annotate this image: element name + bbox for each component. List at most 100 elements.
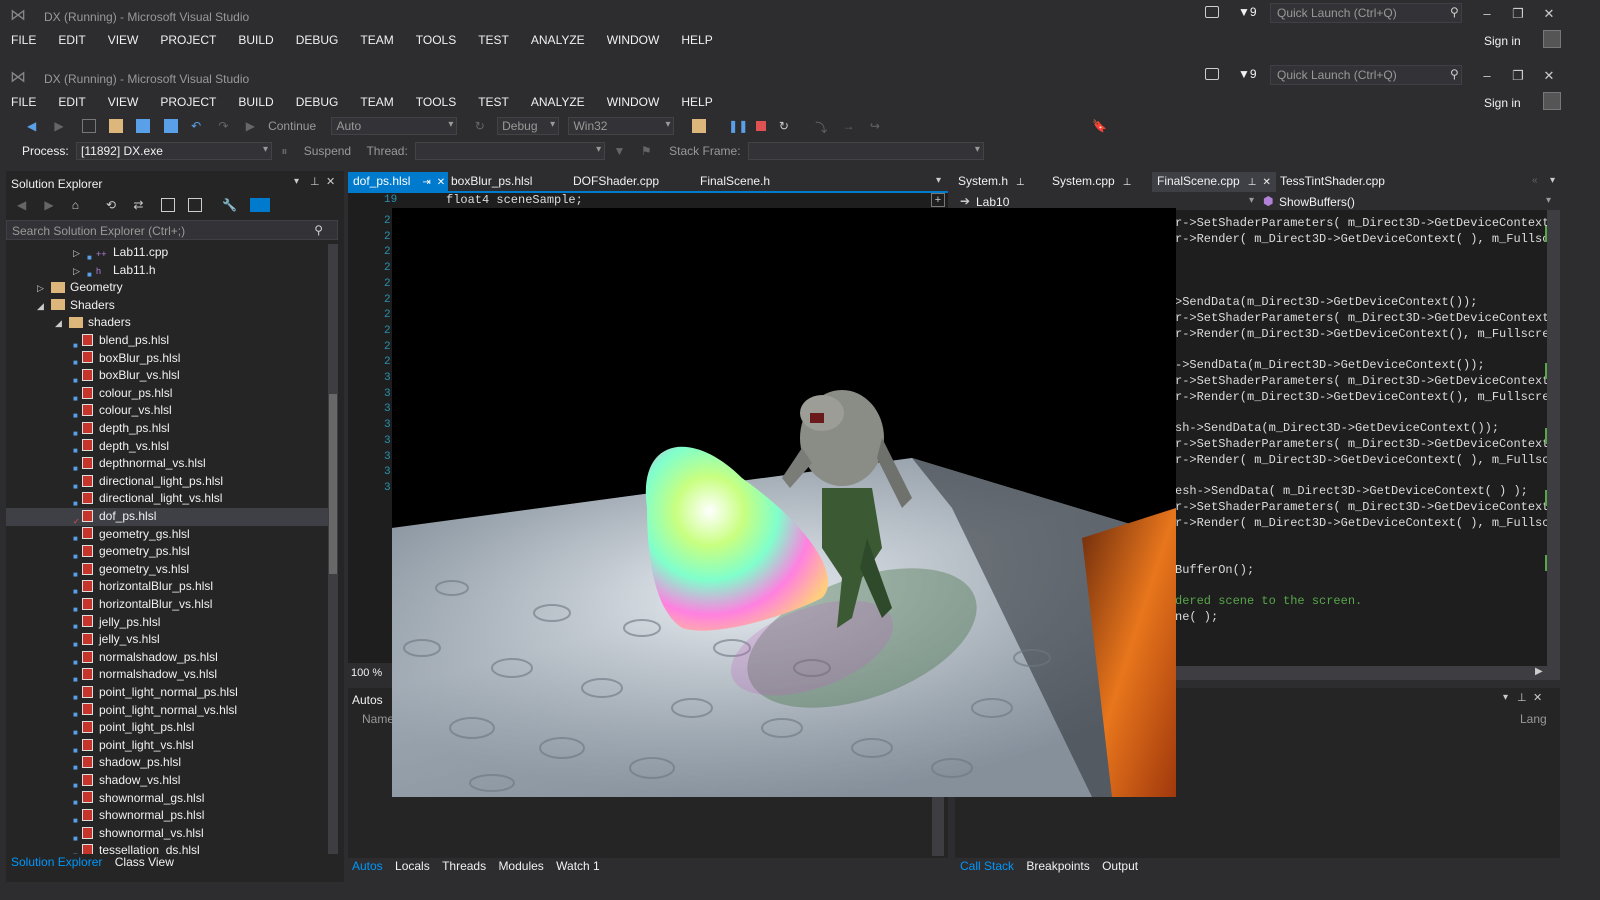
tab-breakpoints[interactable]: Breakpoints bbox=[1026, 858, 1089, 874]
tree-item[interactable]: ◢ shaders bbox=[6, 314, 328, 332]
feedback-icon[interactable] bbox=[1205, 6, 1219, 18]
tree-item[interactable]: ■ depth_ps.hlsl bbox=[6, 420, 328, 438]
preview-icon[interactable] bbox=[249, 197, 270, 212]
back-icon[interactable]: ◀ bbox=[27, 119, 41, 133]
solution-config-select[interactable]: Auto bbox=[331, 117, 458, 135]
close-icon[interactable]: ✕ bbox=[1538, 6, 1560, 22]
home-icon[interactable]: ⌂ bbox=[72, 198, 86, 212]
menu-team[interactable]: TEAM bbox=[360, 29, 393, 51]
nav-member-dropdown-icon[interactable]: ▾ bbox=[1546, 195, 1551, 206]
step-out-icon[interactable]: ↪ bbox=[870, 119, 884, 133]
close-panel-icon[interactable]: ✕ bbox=[1533, 691, 1542, 704]
sign-in-link[interactable]: Sign in bbox=[1484, 96, 1521, 110]
tree-item[interactable]: ■ jelly_vs.hlsl bbox=[6, 631, 328, 649]
tree-item[interactable]: ✓ dof_ps.hlsl bbox=[6, 508, 328, 526]
pause-icon[interactable]: ❚❚ bbox=[728, 119, 748, 133]
platform-select[interactable]: Win32 bbox=[568, 117, 675, 135]
redo-icon[interactable]: ↷ bbox=[218, 119, 232, 133]
tab-scroll-icon[interactable]: « bbox=[1532, 175, 1538, 186]
feedback-icon[interactable] bbox=[1205, 68, 1219, 80]
menu-team[interactable]: TEAM bbox=[360, 91, 393, 113]
tab-solution-explorer[interactable]: Solution Explorer bbox=[11, 855, 102, 869]
continue-button[interactable]: Continue bbox=[268, 119, 328, 133]
tree-item[interactable]: ◢ Shaders bbox=[6, 297, 328, 315]
tab-threads[interactable]: Threads bbox=[442, 858, 486, 874]
continue-icon[interactable]: ▶ bbox=[246, 119, 260, 133]
autos-name-column[interactable]: Name bbox=[362, 712, 394, 726]
tab-dofshader-cpp[interactable]: DOFShader.cpp bbox=[568, 172, 664, 192]
menu-file[interactable]: FILE bbox=[11, 91, 36, 113]
scroll-right-icon[interactable]: ▶ bbox=[1535, 666, 1543, 677]
tab-locals[interactable]: Locals bbox=[395, 858, 430, 874]
tree-item[interactable]: ■ point_light_normal_vs.hlsl bbox=[6, 702, 328, 720]
tab-watch-1[interactable]: Watch 1 bbox=[556, 858, 600, 874]
restart-icon[interactable]: ↻ bbox=[779, 119, 793, 133]
notifications-badge[interactable]: ▼9 bbox=[1238, 67, 1257, 81]
dx-render-viewport[interactable] bbox=[392, 208, 1176, 797]
properties-icon[interactable]: 🔧 bbox=[222, 198, 237, 212]
tree-item[interactable]: ■ depthnormal_vs.hlsl bbox=[6, 455, 328, 473]
tree-item[interactable]: ■ horizontalBlur_vs.hlsl bbox=[6, 596, 328, 614]
tab-modules[interactable]: Modules bbox=[498, 858, 543, 874]
account-icon[interactable] bbox=[1543, 92, 1561, 110]
close-icon[interactable]: ✕ bbox=[1538, 68, 1560, 84]
tab-autos[interactable]: Autos bbox=[352, 858, 383, 874]
pin-icon[interactable]: ⇥ bbox=[422, 177, 430, 188]
configuration-select[interactable]: Debug bbox=[497, 117, 560, 135]
tree-item[interactable]: ▷ Geometry bbox=[6, 279, 328, 297]
tree-item[interactable]: ■ directional_light_ps.hlsl bbox=[6, 473, 328, 491]
step-into-icon[interactable]: ⤵ bbox=[815, 119, 829, 135]
restore-icon[interactable]: ❐ bbox=[1507, 6, 1529, 22]
menu-analyze[interactable]: ANALYZE bbox=[531, 29, 585, 51]
menu-debug[interactable]: DEBUG bbox=[296, 29, 339, 51]
tree-item[interactable]: ■ geometry_gs.hlsl bbox=[6, 526, 328, 544]
menu-test[interactable]: TEST bbox=[478, 91, 509, 113]
refresh-icon[interactable]: ⇄ bbox=[133, 198, 147, 212]
tree-item[interactable]: ■ horizontalBlur_ps.hlsl bbox=[6, 578, 328, 596]
panel-menu-icon[interactable]: ▾ bbox=[1503, 692, 1508, 703]
menu-tools[interactable]: TOOLS bbox=[416, 91, 456, 113]
close-panel-icon[interactable]: ✕ bbox=[326, 175, 335, 188]
pin-icon[interactable]: ⊥ bbox=[1248, 177, 1257, 188]
tree-item[interactable]: ■ shownormal_vs.hlsl bbox=[6, 825, 328, 843]
tab-boxblur-ps-hlsl[interactable]: boxBlur_ps.hlsl bbox=[446, 172, 537, 192]
solution-search-input[interactable]: Search Solution Explorer (Ctrl+;) ⚲ bbox=[6, 220, 338, 240]
stack-frame-select[interactable] bbox=[747, 142, 984, 160]
split-editor-icon[interactable]: + bbox=[931, 193, 945, 207]
menu-help[interactable]: HELP bbox=[681, 91, 712, 113]
expand-icon[interactable]: ▷ bbox=[73, 245, 87, 263]
process-select[interactable]: [11892] DX.exe bbox=[76, 142, 273, 160]
tree-item[interactable]: ■ directional_light_vs.hlsl bbox=[6, 490, 328, 508]
forward-icon[interactable]: ▶ bbox=[54, 119, 68, 133]
tree-item[interactable]: ■ normalshadow_vs.hlsl bbox=[6, 666, 328, 684]
tab-finalscene-h[interactable]: FinalScene.h bbox=[695, 172, 775, 192]
menu-build[interactable]: BUILD bbox=[238, 29, 273, 51]
scrollbar-thumb[interactable] bbox=[329, 394, 337, 574]
suspend-button[interactable]: Suspend bbox=[304, 144, 351, 158]
new-project-icon[interactable] bbox=[81, 119, 96, 133]
notifications-badge[interactable]: ▼9 bbox=[1238, 5, 1257, 19]
tree-scrollbar[interactable] bbox=[328, 244, 338, 854]
undo-icon[interactable]: ↶ bbox=[191, 119, 205, 133]
quick-launch-input[interactable]: Quick Launch (Ctrl+Q) bbox=[1270, 65, 1462, 85]
tree-item[interactable]: ■ tessellation_ds.hlsl bbox=[6, 842, 328, 854]
collapse-all-icon[interactable] bbox=[160, 197, 175, 212]
tab-finalscene-cpp[interactable]: FinalScene.cpp ⊥ ✕ bbox=[1152, 172, 1276, 192]
expand-icon[interactable]: ◢ bbox=[55, 315, 69, 333]
pin-icon[interactable]: ⊥ bbox=[310, 175, 320, 188]
menu-view[interactable]: VIEW bbox=[108, 91, 139, 113]
show-all-files-icon[interactable] bbox=[188, 197, 203, 212]
tree-item[interactable]: ■ geometry_ps.hlsl bbox=[6, 543, 328, 561]
close-icon[interactable]: ✕ bbox=[437, 177, 445, 188]
step-over-icon[interactable]: → bbox=[843, 119, 857, 133]
minimize-icon[interactable]: – bbox=[1476, 68, 1498, 83]
refresh-icon[interactable]: ↻ bbox=[475, 119, 489, 133]
tree-item[interactable]: ■ colour_ps.hlsl bbox=[6, 385, 328, 403]
tab-call-stack[interactable]: Call Stack bbox=[960, 858, 1014, 874]
menu-project[interactable]: PROJECT bbox=[160, 91, 216, 113]
save-icon[interactable] bbox=[136, 119, 151, 133]
right-vertical-scrollbar[interactable] bbox=[1547, 210, 1560, 666]
call-stack-lang-column[interactable]: Lang bbox=[1520, 712, 1547, 726]
menu-edit[interactable]: EDIT bbox=[58, 91, 85, 113]
suspend-icon[interactable]: ⏸ bbox=[281, 144, 295, 158]
